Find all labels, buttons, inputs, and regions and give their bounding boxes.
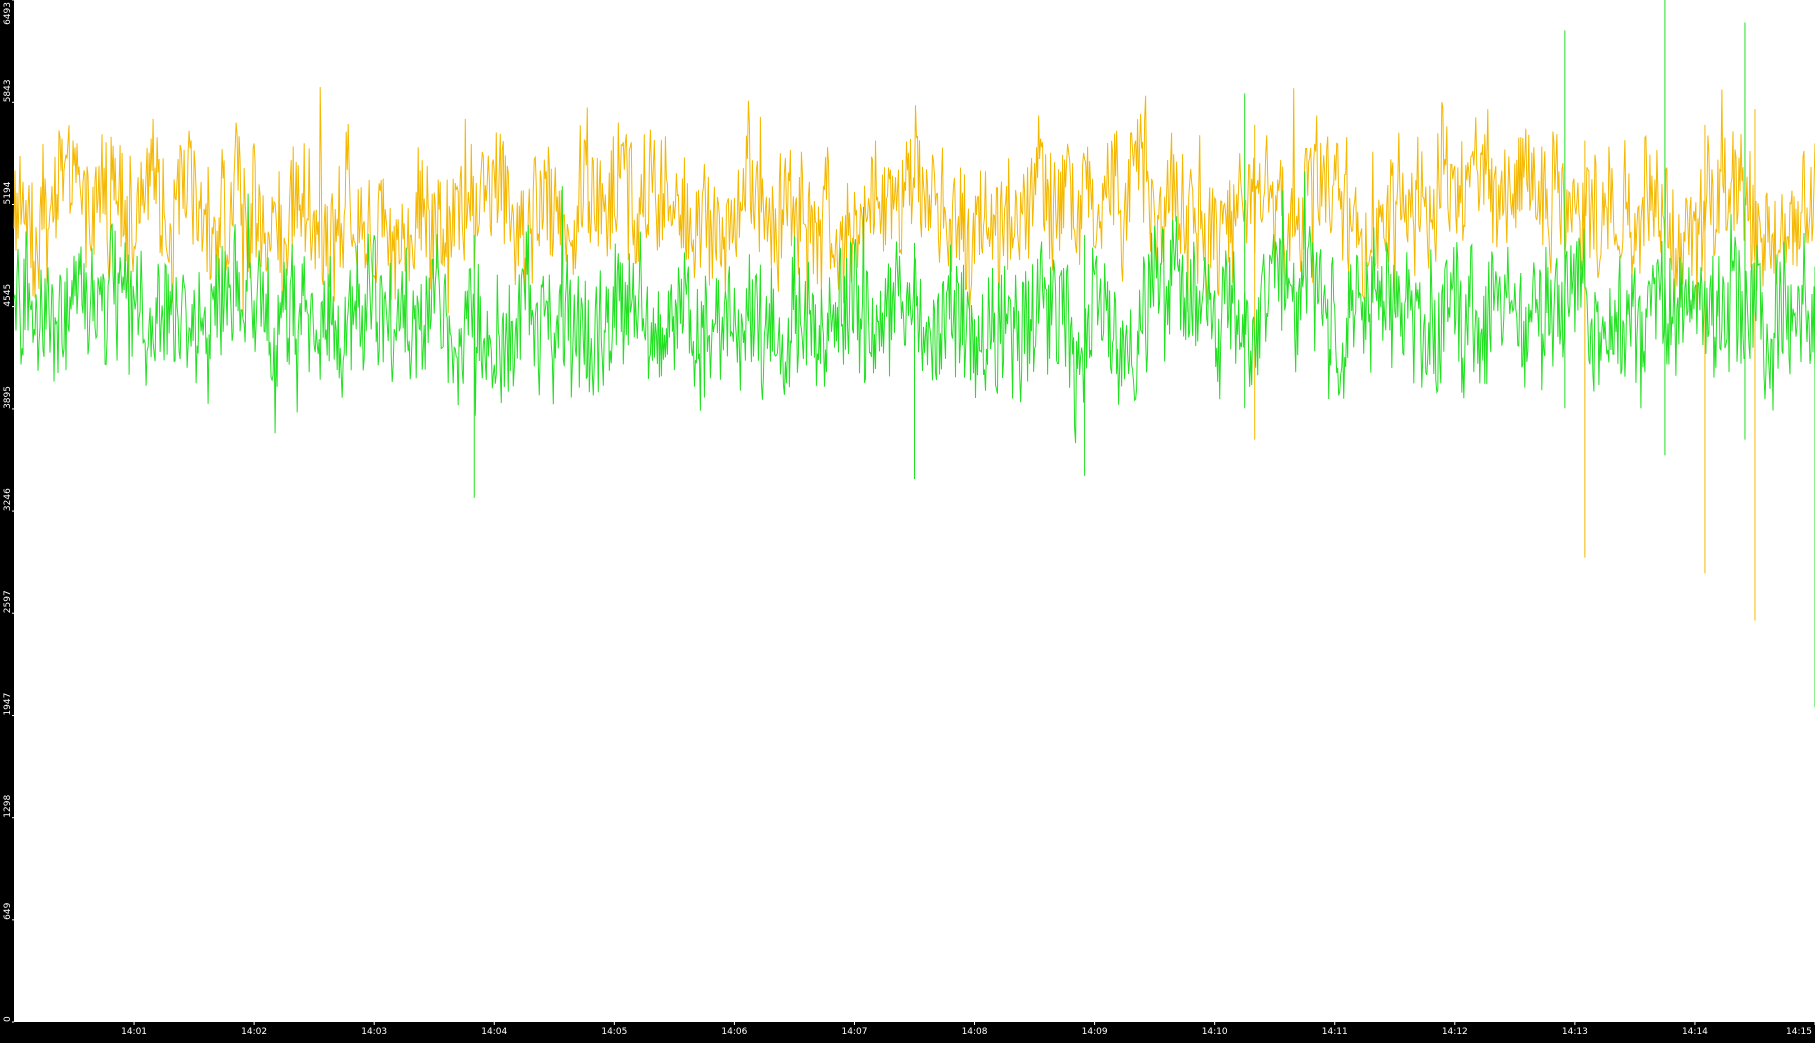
- x-tick-label: 14:01: [121, 1027, 147, 1037]
- x-tick-label: 14:05: [601, 1027, 627, 1037]
- x-tick-label: 14:15: [1786, 1027, 1812, 1037]
- x-tick-label: 14:14: [1682, 1027, 1708, 1037]
- x-tick-label: 14:12: [1442, 1027, 1468, 1037]
- y-tick-label: 6493: [3, 2, 13, 25]
- y-tick-label: 1298: [3, 795, 13, 818]
- x-tick-label: 14:04: [481, 1027, 507, 1037]
- x-tick-label: 14:13: [1562, 1027, 1588, 1037]
- y-tick-label: 3246: [3, 488, 13, 511]
- x-tick-label: 14:09: [1082, 1027, 1108, 1037]
- chart: 0 649 1298 1947 2597 3246 3895 4545 5194 5843 6493…: [0, 0, 1815, 1039]
- x-tick-label: 14:11: [1322, 1027, 1348, 1037]
- x-axis: 14:01 14:02 14:03 14:04 14:05 14:06 14:07 14:08…: [121, 1022, 1815, 1037]
- y-tick-label: 4545: [3, 284, 13, 307]
- x-tick-label: 14:03: [361, 1027, 387, 1037]
- y-axis: 0 649 1298 1947 2597 3246 3895 4545 5194 5843 6493: [3, 0, 14, 1023]
- y-tick-label: 1947: [3, 693, 13, 716]
- y-tick-label: 3895: [3, 386, 13, 409]
- x-tick-label: 14:07: [841, 1027, 867, 1037]
- x-tick-label: 14:06: [721, 1027, 747, 1037]
- chart-svg: 0 649 1298 1947 2597 3246 3895 4545 5194 5843 6493…: [0, 0, 1815, 1039]
- y-tick-label: 0: [3, 1016, 13, 1022]
- y-tick-label: 2597: [3, 590, 13, 613]
- x-tick-label: 14:08: [962, 1027, 988, 1037]
- y-tick-label: 5843: [3, 79, 13, 102]
- x-tick-label: 14:10: [1202, 1027, 1228, 1037]
- y-tick-label: 649: [3, 902, 13, 919]
- x-tick-label: 14:02: [241, 1027, 267, 1037]
- y-tick-label: 5194: [3, 181, 13, 204]
